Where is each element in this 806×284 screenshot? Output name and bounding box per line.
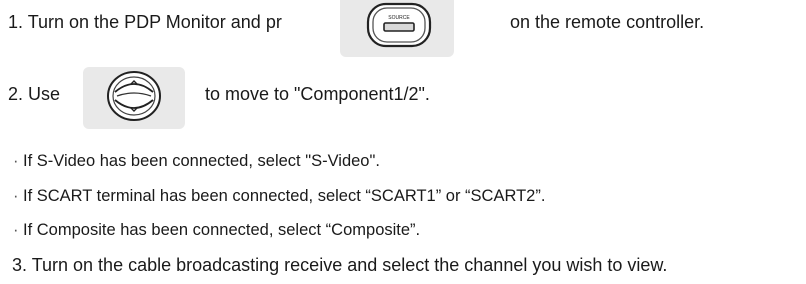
step-3-text: 3. Turn on the cable broadcasting receiv… xyxy=(12,255,668,275)
source-button-label: SOURCE xyxy=(388,15,410,21)
bullet-text: If SCART terminal has been connected, se… xyxy=(23,187,546,205)
bullet-text: If S-Video has been connected, select "S… xyxy=(23,152,380,170)
up-down-arrows-icon xyxy=(107,71,161,121)
bullet-item: · If SCART terminal has been connected, s… xyxy=(13,186,545,206)
bullet-marker: · xyxy=(13,187,19,205)
source-button-icon: SOURCE xyxy=(366,2,432,48)
step-1-text-after: on the remote controller. xyxy=(510,12,705,32)
bullet-text: If Composite has been connected, select … xyxy=(23,221,421,239)
bullet-marker: · xyxy=(13,152,19,170)
bullet-marker: · xyxy=(13,221,19,239)
step-2-text-before: 2. Use xyxy=(8,84,61,104)
bullet-item: · If Composite has been connected, select… xyxy=(13,220,420,240)
step-1-text-before: 1. Turn on the PDP Monitor and pr xyxy=(8,12,282,32)
bullet-item: · If S-Video has been connected, select "… xyxy=(13,151,380,171)
step-2-text-after: to move to "Component1/2". xyxy=(205,84,430,104)
